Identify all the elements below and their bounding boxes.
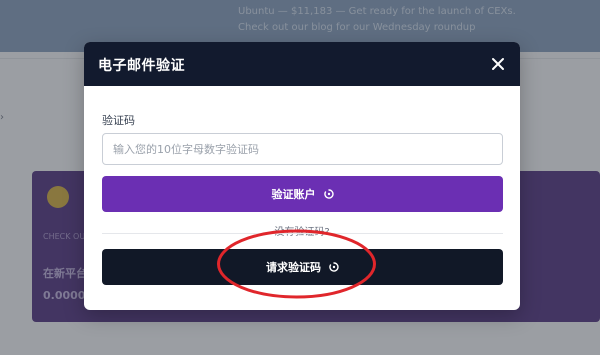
section-divider (102, 233, 503, 234)
email-verification-modal: 电子邮件验证 验证码 验证账户 没有验证码? 请求验证码 (84, 42, 520, 310)
modal-title: 电子邮件验证 (98, 58, 185, 74)
request-code-button[interactable]: 请求验证码 (102, 249, 503, 285)
spinner-icon (329, 262, 339, 272)
close-button[interactable] (488, 54, 508, 74)
request-code-label: 请求验证码 (266, 261, 321, 274)
verify-account-label: 验证账户 (271, 188, 316, 201)
verification-code-label: 验证码 (102, 114, 135, 127)
close-icon (492, 58, 504, 70)
verification-code-input[interactable] (102, 133, 503, 165)
verify-account-button[interactable]: 验证账户 (102, 176, 503, 212)
modal-header: 电子邮件验证 (84, 42, 520, 86)
spinner-icon (323, 189, 334, 199)
no-code-text: 没有验证码? (84, 223, 520, 238)
